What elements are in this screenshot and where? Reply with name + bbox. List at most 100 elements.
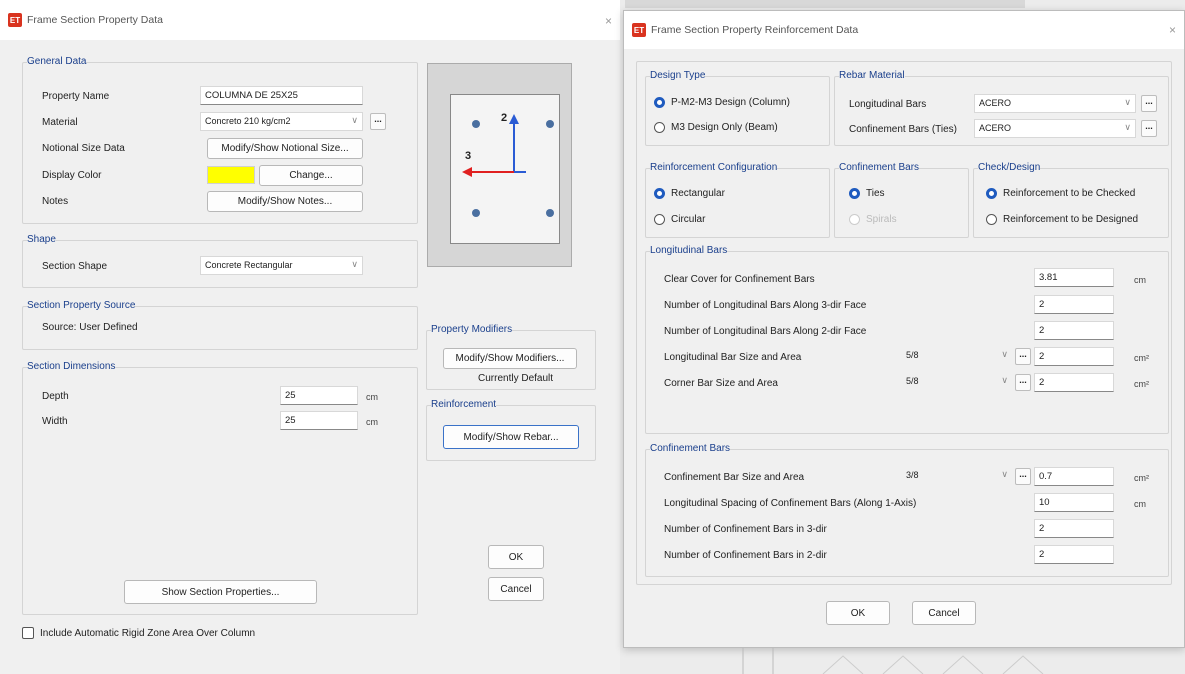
bars-3dir-label: Number of Longitudinal Bars Along 3-dir … xyxy=(664,300,867,311)
clear-cover-label: Clear Cover for Confinement Bars xyxy=(664,274,815,285)
radio-selected xyxy=(654,97,665,108)
right-close-icon[interactable]: × xyxy=(1169,23,1176,37)
check-radio[interactable]: Reinforcement to be Checked xyxy=(986,188,1135,199)
confinement-2dir-input[interactable]: 2 xyxy=(1034,545,1114,564)
material-ellipsis-button[interactable]: ... xyxy=(370,113,386,130)
bars-2dir-label: Number of Longitudinal Bars Along 2-dir … xyxy=(664,326,867,337)
confinement-bars-label: Confinement Bars xyxy=(650,443,731,454)
ties-radio[interactable]: Ties xyxy=(849,188,885,199)
chevron-down-icon: ∨ xyxy=(351,115,358,125)
config-rectangular-radio[interactable]: Rectangular xyxy=(654,188,725,199)
confinement-material-label: Confinement Bars (Ties) xyxy=(849,124,957,135)
display-color-swatch xyxy=(207,166,255,184)
corner-area-unit: cm² xyxy=(1134,379,1149,389)
ties-label: Ties xyxy=(866,188,885,199)
confinement-size-select[interactable]: 3/8 ∨ xyxy=(902,467,1012,486)
axis-3-label: 3 xyxy=(465,150,472,162)
longitudinal-bars-label: Longitudinal Bars xyxy=(650,245,728,256)
right-titlebar: ET Frame Section Property Reinforcement … xyxy=(624,11,1184,49)
rebar-material-label: Rebar Material xyxy=(839,70,905,81)
left-close-icon[interactable]: × xyxy=(605,14,612,28)
modify-notes-button[interactable]: Modify/Show Notes... xyxy=(207,191,363,212)
confinement-material-ellipsis-button[interactable]: ... xyxy=(1141,120,1157,137)
left-titlebar: ET Frame Section Property Data × xyxy=(0,0,620,40)
radio-selected xyxy=(849,188,860,199)
radio-unselected xyxy=(654,122,665,133)
radio-unselected xyxy=(654,214,665,225)
source-text: Source: User Defined xyxy=(42,322,138,333)
bars-3dir-input[interactable]: 2 xyxy=(1034,295,1114,314)
longitudinal-material-value: ACERO xyxy=(979,98,1012,108)
longitudinal-material-label: Longitudinal Bars xyxy=(849,99,927,110)
reinforcement-label: Reinforcement xyxy=(431,399,497,410)
width-unit: cm xyxy=(366,417,378,427)
confinement-spacing-input[interactable]: 10 xyxy=(1034,493,1114,512)
depth-unit: cm xyxy=(366,392,378,402)
spirals-label: Spirals xyxy=(866,214,897,225)
design-radio[interactable]: Reinforcement to be Designed xyxy=(986,214,1138,225)
check-design-label: Check/Design xyxy=(978,162,1041,173)
clear-cover-unit: cm xyxy=(1134,275,1146,285)
bars-2dir-input[interactable]: 2 xyxy=(1034,321,1114,340)
axis-2-label: 2 xyxy=(501,112,508,124)
corner-area-input[interactable]: 2 xyxy=(1034,373,1114,392)
modify-modifiers-button[interactable]: Modify/Show Modifiers... xyxy=(443,348,577,369)
longitudinal-material-select[interactable]: ACERO ∨ xyxy=(974,94,1136,113)
section-dimensions-group: Section Dimensions xyxy=(22,361,418,615)
right-cancel-button[interactable]: Cancel xyxy=(912,601,976,625)
longitudinal-material-ellipsis-button[interactable]: ... xyxy=(1141,95,1157,112)
modifiers-status: Currently Default xyxy=(478,373,554,384)
chevron-down-icon: ∨ xyxy=(1124,122,1131,132)
confinement-size-ellipsis-button[interactable]: ... xyxy=(1015,468,1031,485)
confinement-2dir-label: Number of Confinement Bars in 2-dir xyxy=(664,550,827,561)
corner-bar-ellipsis-button[interactable]: ... xyxy=(1015,374,1031,391)
right-ok-button[interactable]: OK xyxy=(826,601,890,625)
rigid-zone-checkbox[interactable]: Include Automatic Rigid Zone Area Over C… xyxy=(22,627,255,639)
depth-input[interactable]: 25 xyxy=(280,386,358,405)
show-section-properties-button[interactable]: Show Section Properties... xyxy=(124,580,317,604)
rigid-zone-checkbox-label: Include Automatic Rigid Zone Area Over C… xyxy=(40,627,256,639)
modify-notional-size-button[interactable]: Modify/Show Notional Size... xyxy=(207,138,363,159)
material-value: Concreto 210 kg/cm2 xyxy=(205,116,291,126)
etabs-app-icon: ET xyxy=(8,13,22,27)
chevron-down-icon: ∨ xyxy=(1124,97,1131,107)
design-beam-radio[interactable]: M3 Design Only (Beam) xyxy=(654,122,778,133)
confinement-3dir-input[interactable]: 2 xyxy=(1034,519,1114,538)
confinement-spacing-label: Longitudinal Spacing of Confinement Bars… xyxy=(664,498,917,509)
section-shape-select[interactable]: Concrete Rectangular ∨ xyxy=(200,256,363,275)
section-preview-drawing xyxy=(462,114,554,217)
bar-size-ellipsis-button[interactable]: ... xyxy=(1015,348,1031,365)
design-type-label: Design Type xyxy=(650,70,706,81)
corner-bar-size-select[interactable]: 5/8 ∨ xyxy=(902,373,1012,392)
section-dimensions-label: Section Dimensions xyxy=(27,361,116,372)
confinement-material-select[interactable]: ACERO ∨ xyxy=(974,119,1136,138)
width-label: Width xyxy=(42,416,68,427)
left-cancel-button[interactable]: Cancel xyxy=(488,577,544,601)
notional-size-label: Notional Size Data xyxy=(42,143,125,154)
confinement-area-unit: cm² xyxy=(1134,473,1149,483)
change-color-button[interactable]: Change... xyxy=(259,165,363,186)
property-modifiers-label: Property Modifiers xyxy=(431,324,513,335)
bar-area-input[interactable]: 2 xyxy=(1034,347,1114,366)
confinement-material-value: ACERO xyxy=(979,123,1012,133)
config-circular-radio[interactable]: Circular xyxy=(654,214,705,225)
material-select[interactable]: Concreto 210 kg/cm2 ∨ xyxy=(200,112,363,131)
design-type-group: Design Type xyxy=(645,70,830,146)
confinement-area-input[interactable]: 0.7 xyxy=(1034,467,1114,486)
depth-label: Depth xyxy=(42,391,69,402)
design-beam-label: M3 Design Only (Beam) xyxy=(671,122,778,133)
clear-cover-input[interactable]: 3.81 xyxy=(1034,268,1114,287)
chevron-down-icon: ∨ xyxy=(1001,375,1008,385)
general-data-label: General Data xyxy=(27,56,87,67)
width-input[interactable]: 25 xyxy=(280,411,358,430)
property-name-input[interactable]: COLUMNA DE 25X25 xyxy=(200,86,363,105)
modify-rebar-button[interactable]: Modify/Show Rebar... xyxy=(443,425,579,449)
left-ok-button[interactable]: OK xyxy=(488,545,544,569)
confinement-3dir-label: Number of Confinement Bars in 3-dir xyxy=(664,524,827,535)
section-property-source-label: Section Property Source xyxy=(27,300,136,311)
frame-section-property-dialog: ET Frame Section Property Data × General… xyxy=(0,0,620,674)
confinement-size-label: Confinement Bar Size and Area xyxy=(664,472,805,483)
bar-size-select[interactable]: 5/8 ∨ xyxy=(902,347,1012,366)
design-column-radio[interactable]: P-M2-M3 Design (Column) xyxy=(654,97,790,108)
bar-size-value: 5/8 xyxy=(906,350,919,360)
